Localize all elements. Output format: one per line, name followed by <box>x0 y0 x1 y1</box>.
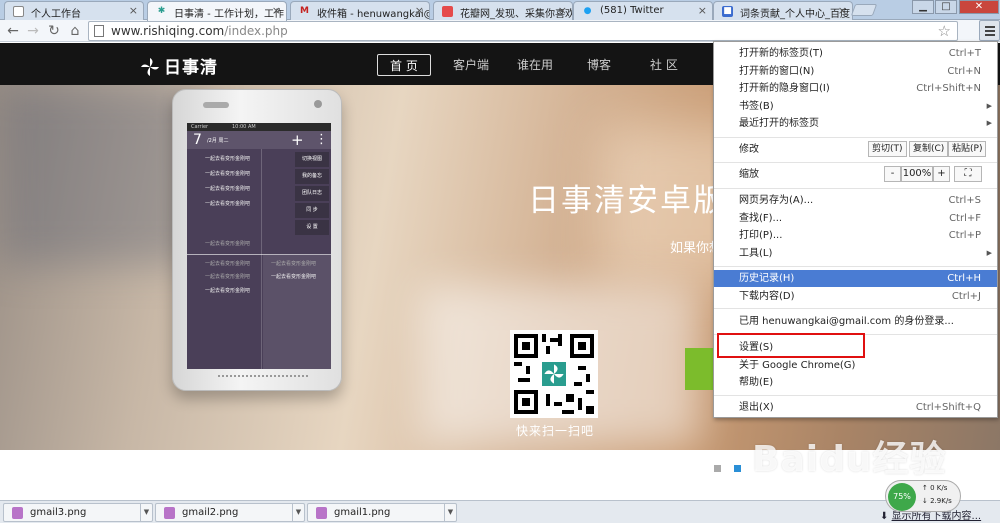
rishiqing-favicon-icon: ✱ <box>157 6 166 16</box>
close-icon[interactable]: × <box>698 4 707 17</box>
image-file-icon <box>316 507 327 519</box>
browser-toolbar: ← → ↻ ⌂ www.rishiqing.com/index.php ☆ <box>0 20 1000 42</box>
tab-rishiqing[interactable]: ✱ 日事清 - 工作计划，工作 × <box>147 1 287 21</box>
qr-code-icon <box>510 330 598 418</box>
submenu-arrow-icon: ▶ <box>986 102 992 110</box>
tab-huaban[interactable]: 花瓣网_发现、采集你喜欢 × <box>433 1 573 20</box>
settings-highlight-box <box>717 333 865 358</box>
site-logo[interactable]: 日事清 <box>140 53 218 78</box>
address-bar[interactable]: www.rishiqing.com/index.php ☆ <box>88 21 958 41</box>
qr-code <box>510 330 598 418</box>
tab-personal-workspace[interactable]: 个人工作台 × <box>4 1 144 20</box>
menu-find[interactable]: 查找(F)... Ctrl+F <box>714 210 997 227</box>
nav-blog[interactable]: 博客 <box>575 54 623 76</box>
chrome-menu-button[interactable] <box>979 20 1000 41</box>
download-item[interactable]: gmail1.png ▼ <box>307 503 457 522</box>
maximize-button[interactable]: □ <box>935 0 957 14</box>
speed-percent: 75% <box>888 483 916 511</box>
nav-who-uses[interactable]: 谁在用 <box>505 54 565 76</box>
close-icon[interactable]: × <box>838 4 847 17</box>
pinwheel-logo-icon <box>141 58 159 76</box>
tab-baidu-baike[interactable]: ■ 词条贡献_个人中心_百度 × <box>713 1 853 20</box>
menu-incognito[interactable]: 打开新的隐身窗口(I) Ctrl+Shift+N <box>714 80 997 97</box>
fullscreen-icon[interactable]: ⛶ <box>954 166 982 182</box>
copy-button[interactable]: 复制(C) <box>909 141 949 157</box>
qr-caption: 快来扫一扫吧 <box>516 424 595 438</box>
page-icon <box>13 6 24 17</box>
paste-button[interactable]: 粘贴(P) <box>948 141 987 157</box>
menu-exit[interactable]: 退出(X) Ctrl+Shift+Q <box>714 399 997 416</box>
huaban-icon <box>442 6 453 17</box>
submenu-arrow-icon: ▶ <box>986 119 992 127</box>
close-icon[interactable]: × <box>558 4 567 17</box>
menu-recent-tabs[interactable]: 最近打开的标签页 ▶ <box>714 115 997 132</box>
tab-strip: 个人工作台 × ✱ 日事清 - 工作计划，工作 × M 收件箱 - henuwa… <box>0 0 1000 21</box>
back-arrow-icon[interactable]: ← <box>4 22 22 40</box>
menu-about[interactable]: 关于 Google Chrome(G) <box>714 357 997 374</box>
phone-mockup: Carrier 10:00 AM 7 /2月 周二 + ⋮ 一起去看变形金刚吧 … <box>172 89 342 391</box>
zoom-in-button[interactable]: + <box>933 166 950 182</box>
carousel-dot-active[interactable] <box>734 465 741 472</box>
tab-gmail[interactable]: M 收件箱 - henuwangkai@ × <box>290 1 430 20</box>
chrome-menu: 打开新的标签页(T) Ctrl+T 打开新的窗口(N) Ctrl+N 打开新的隐身窗… <box>713 41 998 418</box>
cut-button[interactable]: 剪切(T) <box>868 141 907 157</box>
submenu-arrow-icon: ▶ <box>986 249 992 257</box>
download-shelf: gmail3.png ▼ gmail2.png ▼ gmail1.png ▼ <box>0 500 1000 523</box>
url-text: www.rishiqing.com/index.php <box>111 24 288 38</box>
gmail-icon: M <box>300 6 309 16</box>
dropdown-arrow-icon[interactable]: ▼ <box>140 504 152 521</box>
reload-icon[interactable]: ↻ <box>45 22 63 40</box>
tab-title: 收件箱 - henuwangkai@ <box>317 9 430 20</box>
tab-title: 日事清 - 工作计划，工作 <box>174 9 284 20</box>
network-speed-widget: 75% ↑ 0 K/s ↓ 2.9K/s <box>885 480 961 512</box>
tab-title: 个人工作台 <box>31 9 81 20</box>
hero-headline: 日事清安卓版 <box>528 183 726 219</box>
baidu-icon: ■ <box>722 6 733 17</box>
more-icon: ⋮ <box>315 132 328 147</box>
minimize-button[interactable]: ▁ <box>912 0 934 14</box>
nav-home[interactable]: 首 页 <box>377 54 431 76</box>
menu-signed-in[interactable]: 已用 henuwangkai@gmail.com 的身份登录... <box>714 313 997 330</box>
download-item[interactable]: gmail3.png ▼ <box>3 503 153 522</box>
carousel-dot[interactable] <box>714 465 721 472</box>
bookmark-star-icon[interactable]: ☆ <box>938 22 951 40</box>
close-icon[interactable]: × <box>272 4 281 17</box>
hamburger-icon <box>985 26 995 28</box>
nav-community[interactable]: 社 区 <box>638 54 690 76</box>
window-close-button[interactable]: ✕ <box>959 0 999 14</box>
menu-tools[interactable]: 工具(L) ▶ <box>714 245 997 262</box>
tab-title: (581) Twitter <box>600 5 664 16</box>
twitter-icon: ● <box>583 6 592 16</box>
close-icon[interactable]: × <box>415 4 424 17</box>
dropdown-arrow-icon[interactable]: ▼ <box>444 504 456 521</box>
menu-print[interactable]: 打印(P)... Ctrl+P <box>714 227 997 244</box>
zoom-level: 100% <box>901 166 933 182</box>
tab-title: 花瓣网_发现、采集你喜欢 <box>460 9 573 20</box>
image-file-icon <box>12 507 23 519</box>
menu-help[interactable]: 帮助(E) <box>714 374 997 391</box>
dropdown-arrow-icon[interactable]: ▼ <box>292 504 304 521</box>
tab-title: 词条贡献_个人中心_百度 <box>740 9 850 20</box>
menu-new-tab[interactable]: 打开新的标签页(T) Ctrl+T <box>714 45 997 62</box>
home-icon[interactable]: ⌂ <box>66 22 84 40</box>
download-item[interactable]: gmail2.png ▼ <box>155 503 305 522</box>
menu-save-as[interactable]: 网页另存为(A)... Ctrl+S <box>714 192 997 209</box>
new-tab-button[interactable] <box>850 4 878 16</box>
menu-history[interactable]: 历史记录(H) Ctrl+H <box>714 270 997 287</box>
zoom-out-button[interactable]: - <box>884 166 901 182</box>
close-icon[interactable]: × <box>129 4 138 17</box>
nav-client[interactable]: 客户端 <box>441 54 501 76</box>
menu-new-window[interactable]: 打开新的窗口(N) Ctrl+N <box>714 63 997 80</box>
image-file-icon <box>164 507 175 519</box>
forward-arrow-icon[interactable]: → <box>24 22 42 40</box>
menu-downloads[interactable]: 下载内容(D) Ctrl+J <box>714 288 997 305</box>
page-icon <box>94 25 104 37</box>
menu-bookmarks[interactable]: 书签(B) ▶ <box>714 98 997 115</box>
add-icon: + <box>291 131 304 149</box>
phone-screen: Carrier 10:00 AM 7 /2月 周二 + ⋮ 一起去看变形金刚吧 … <box>187 123 331 369</box>
tab-twitter[interactable]: ● (581) Twitter × <box>573 1 713 20</box>
